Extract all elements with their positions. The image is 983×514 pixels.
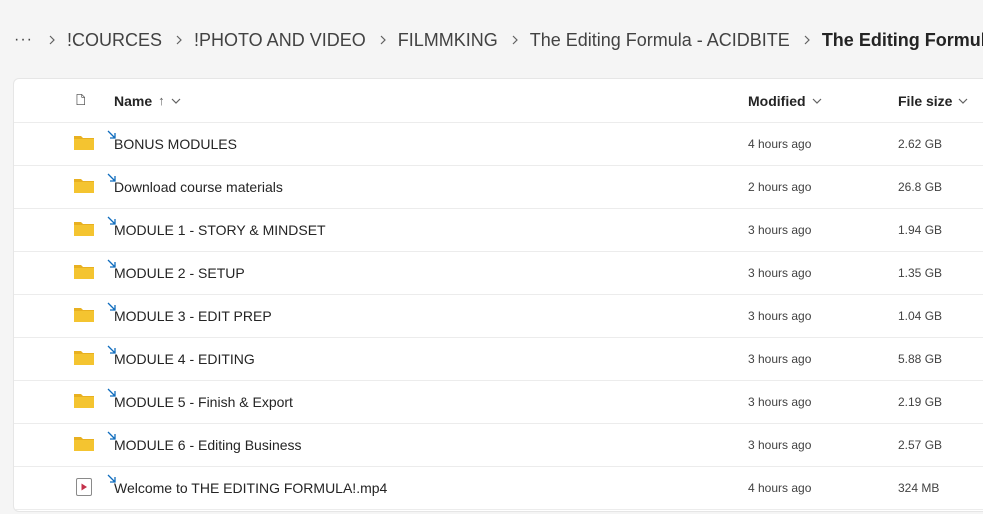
chevron-down-icon — [171, 98, 181, 104]
file-size: 324 MB — [898, 480, 940, 495]
modified-time: 3 hours ago — [748, 265, 812, 280]
file-row[interactable]: MODULE 4 - EDITING 3 hours ago 5.88 GB — [14, 337, 983, 381]
folder-icon — [74, 179, 94, 193]
file-size: 5.88 GB — [898, 351, 943, 366]
column-header-file-size[interactable]: File size — [898, 79, 968, 122]
file-name[interactable]: MODULE 1 - STORY & MINDSET — [114, 208, 326, 251]
video-file-icon — [76, 478, 92, 496]
folder-icon — [74, 222, 94, 236]
file-size: 1.04 GB — [898, 308, 943, 323]
column-header-modified[interactable]: Modified — [748, 79, 822, 122]
file-name[interactable]: Welcome to THE EDITING FORMULA!.mp4 — [114, 466, 387, 509]
modified-time: 4 hours ago — [748, 480, 812, 495]
column-header-name-label: Name — [114, 92, 153, 109]
document-icon[interactable] — [76, 92, 90, 109]
file-name[interactable]: MODULE 4 - EDITING — [114, 337, 255, 380]
chevron-right-icon — [804, 35, 810, 45]
column-header-modified-label: Modified — [748, 92, 806, 109]
file-row[interactable]: MODULE 3 - EDIT PREP 3 hours ago 1.04 GB — [14, 294, 983, 338]
breadcrumb-item[interactable]: !PHOTO AND VIDEO — [194, 30, 366, 51]
chevron-down-icon — [812, 98, 821, 104]
file-row[interactable]: Welcome to THE EDITING FORMULA!.mp4 4 hou… — [14, 466, 983, 510]
file-row[interactable]: MODULE 2 - SETUP 3 hours ago 1.35 GB — [14, 251, 983, 295]
folder-icon — [74, 437, 94, 451]
modified-time: 2 hours ago — [748, 179, 812, 194]
chevron-down-icon — [959, 98, 968, 104]
file-name[interactable]: MODULE 5 - Finish & Export — [114, 380, 293, 423]
file-name[interactable]: MODULE 2 - SETUP — [114, 251, 245, 294]
file-name[interactable]: BONUS MODULES — [114, 122, 237, 165]
file-size: 1.94 GB — [898, 222, 943, 237]
modified-time: 4 hours ago — [748, 136, 812, 151]
file-row[interactable]: Download course materials 2 hours ago 26.8… — [14, 165, 983, 209]
sort-ascending-icon: ↑ — [158, 93, 165, 108]
folder-icon — [74, 308, 94, 322]
file-size: 2.19 GB — [898, 394, 943, 409]
file-list-header: Name ↑ Modified File size — [14, 79, 983, 123]
file-name[interactable]: Download course materials — [114, 165, 283, 208]
modified-time: 3 hours ago — [748, 437, 812, 452]
breadcrumb-item[interactable]: FILMMKING — [398, 30, 498, 51]
modified-time: 3 hours ago — [748, 351, 812, 366]
modified-time: 3 hours ago — [748, 308, 812, 323]
chevron-right-icon — [380, 35, 386, 45]
column-header-file-size-label: File size — [898, 92, 953, 109]
modified-time: 3 hours ago — [748, 394, 812, 409]
breadcrumb-more-button[interactable]: ··· — [14, 31, 33, 49]
folder-icon — [74, 351, 94, 365]
breadcrumb-item[interactable]: The Editing Formula - ACIDBITE — [530, 30, 790, 51]
folder-icon — [74, 136, 94, 150]
breadcrumb-item[interactable]: !COURCES — [67, 30, 162, 51]
file-row[interactable]: MODULE 6 - Editing Business 3 hours ago 2.… — [14, 423, 983, 467]
file-size: 2.57 GB — [898, 437, 943, 452]
modified-time: 3 hours ago — [748, 222, 812, 237]
folder-icon — [74, 394, 94, 408]
chevron-right-icon — [176, 35, 182, 45]
file-name[interactable]: MODULE 6 - Editing Business — [114, 423, 302, 466]
file-size: 2.62 GB — [898, 136, 943, 151]
file-row[interactable]: MODULE 5 - Finish & Export 3 hours ago 2.1… — [14, 380, 983, 424]
file-size: 26.8 GB — [898, 179, 943, 194]
column-header-name[interactable]: Name ↑ — [114, 79, 181, 122]
breadcrumb: ··· !COURCES !PHOTO AND VIDEO FILMMKING … — [14, 26, 983, 54]
file-list: Name ↑ Modified File size BONUS MODULES 4… — [13, 78, 983, 512]
folder-icon — [74, 265, 94, 279]
file-row[interactable]: MODULE 1 - STORY & MINDSET 3 hours ago 1.9… — [14, 208, 983, 252]
file-name[interactable]: MODULE 3 - EDIT PREP — [114, 294, 272, 337]
breadcrumb-current: The Editing Formula — [821, 29, 983, 50]
chevron-right-icon — [512, 35, 518, 45]
file-size: 1.35 GB — [898, 265, 943, 280]
file-row[interactable]: BONUS MODULES 4 hours ago 2.62 GB — [14, 122, 983, 166]
chevron-right-icon — [49, 35, 55, 45]
